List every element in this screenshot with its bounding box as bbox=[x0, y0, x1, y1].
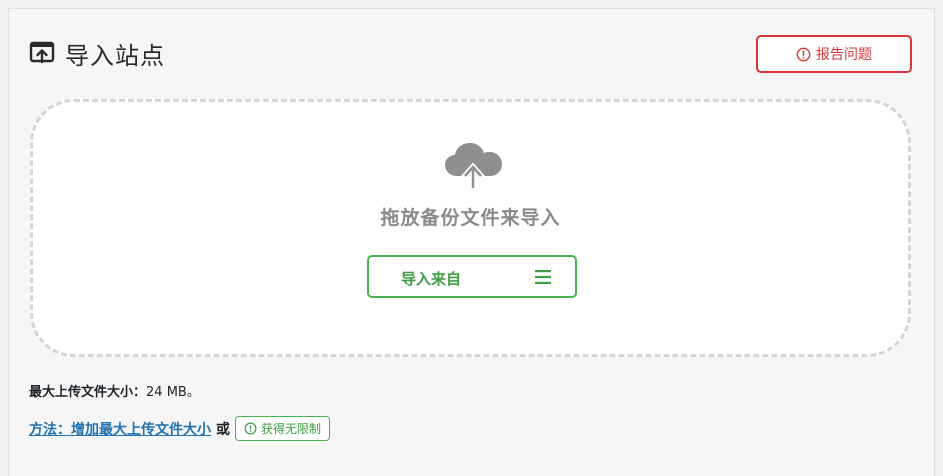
import-from-label: 导入来自 bbox=[401, 271, 462, 288]
max-upload-size: 最大上传文件大小：24 MB。 bbox=[29, 381, 200, 400]
or-text: 或 bbox=[216, 421, 230, 438]
help-row: 方法：增加最大上传文件大小 或 获得无限制 bbox=[29, 416, 331, 441]
import-from-button[interactable]: 导入来自 bbox=[367, 255, 577, 298]
max-upload-size-value: 24 MB。 bbox=[146, 385, 200, 400]
import-icon bbox=[29, 41, 55, 64]
alert-circle-icon bbox=[244, 422, 257, 435]
get-unlimited-button[interactable]: 获得无限制 bbox=[235, 416, 331, 441]
max-upload-size-label: 最大上传文件大小： bbox=[29, 385, 147, 400]
increase-upload-size-link[interactable]: 方法：增加最大上传文件大小 bbox=[29, 419, 211, 439]
file-dropzone[interactable]: 拖放备份文件来导入 导入来自 bbox=[30, 99, 911, 357]
page-title: 导入站点 bbox=[65, 41, 165, 70]
report-problem-label: 报告问题 bbox=[816, 46, 872, 62]
page-header: 导入站点 bbox=[29, 35, 165, 71]
dropzone-instruction: 拖放备份文件来导入 bbox=[380, 207, 561, 229]
alert-circle-icon bbox=[796, 47, 811, 61]
get-unlimited-label: 获得无限制 bbox=[261, 422, 322, 436]
menu-icon bbox=[535, 270, 551, 284]
import-panel: 导入站点 报告问题 拖放备份文件来导入 导入来自 最大上传文件大小：24 MB。 bbox=[8, 8, 935, 476]
report-problem-button[interactable]: 报告问题 bbox=[756, 35, 912, 73]
cloud-upload-icon bbox=[445, 143, 502, 190]
